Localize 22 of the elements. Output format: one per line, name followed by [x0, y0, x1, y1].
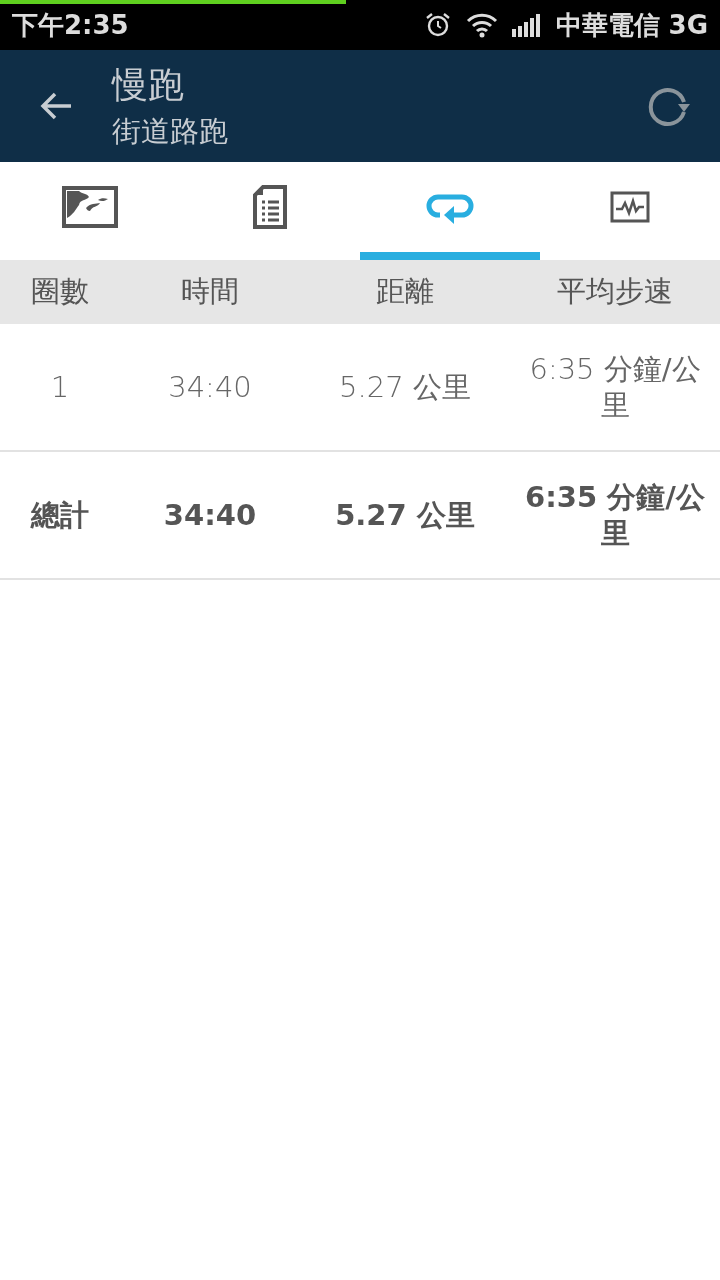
table-cell-text: 5.27 公里	[338, 368, 472, 406]
column-header: 圈數	[30, 273, 90, 310]
wifi-icon	[465, 12, 498, 38]
table-cell-text: 總計	[29, 496, 90, 534]
column-header: 距離	[375, 273, 435, 310]
carrier-name: 中華電信 3G	[555, 8, 708, 42]
document-list-icon	[253, 185, 287, 229]
activity-graph-icon	[610, 191, 650, 223]
table-cell-text: 34:40	[167, 368, 253, 406]
column-header: 平均步速	[556, 273, 674, 310]
table-cell-text: 6:35 分鐘/公里	[524, 478, 706, 552]
table-cell-text: 1	[49, 368, 71, 406]
column-header: 時間	[180, 273, 240, 310]
screen-subtitle: 街道路跑	[112, 112, 229, 150]
status-time: 下午2:35	[12, 8, 129, 42]
signal-icon	[511, 13, 542, 37]
screen-title: 慢跑	[112, 62, 185, 107]
table-cell-text: 34:40	[162, 496, 258, 534]
back-arrow-icon	[39, 91, 73, 121]
table-cell-text: 5.27 公里	[334, 496, 476, 534]
table-cell-text: 6:35 分鐘/公里	[528, 350, 702, 424]
map-icon	[62, 186, 118, 228]
